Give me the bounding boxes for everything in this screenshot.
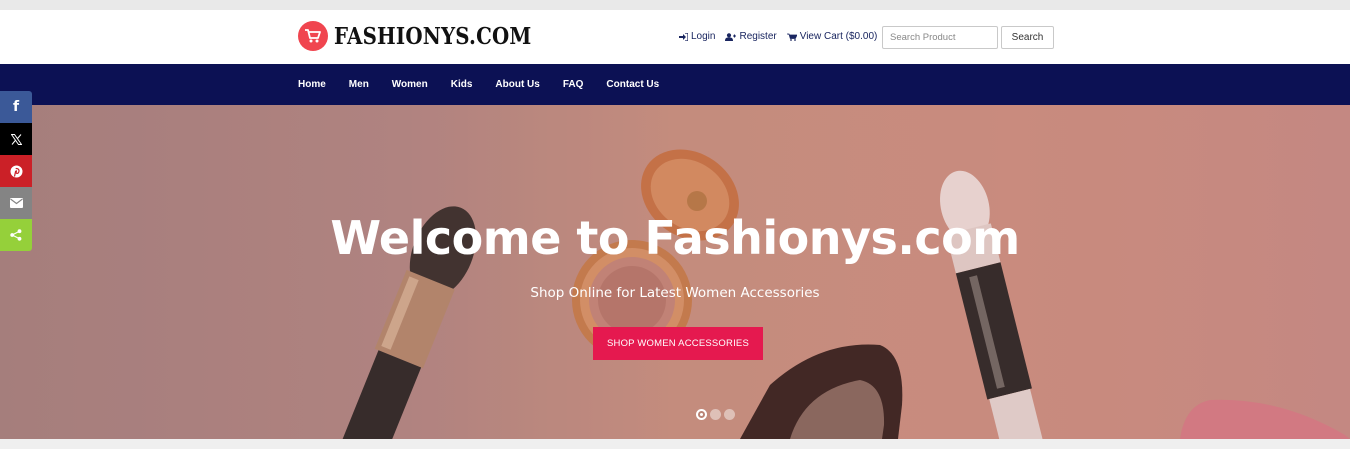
slide-indicator-1[interactable] — [696, 409, 707, 420]
facebook-share-button[interactable]: f — [0, 91, 32, 123]
email-share-button[interactable] — [0, 187, 32, 219]
account-links: Login Register View Cart ($0.00) — [679, 31, 877, 42]
share-icon — [10, 229, 22, 241]
x-twitter-icon — [10, 133, 22, 145]
site-logo[interactable]: FASHIONYS.COM — [298, 18, 564, 54]
x-share-button[interactable] — [0, 123, 32, 155]
hero-background-image — [0, 105, 1350, 439]
pinterest-share-button[interactable] — [0, 155, 32, 187]
view-cart-label: View Cart ($0.00) — [799, 31, 878, 42]
login-icon — [679, 32, 688, 41]
nav-item-home[interactable]: Home — [298, 79, 326, 90]
site-header: FASHIONYS.COM Login Register View Cart (… — [0, 10, 1350, 64]
nav-item-women[interactable]: Women — [392, 79, 428, 90]
slide-indicator-2[interactable] — [710, 409, 721, 420]
view-cart-link[interactable]: View Cart ($0.00) — [786, 31, 878, 42]
nav-item-contact-us[interactable]: Contact Us — [606, 79, 659, 90]
cart-logo-icon — [298, 21, 328, 51]
social-share-bar: f — [0, 91, 32, 251]
register-link[interactable]: Register — [725, 31, 777, 42]
main-nav: Home Men Women Kids About Us FAQ Contact… — [0, 64, 1350, 105]
shop-women-accessories-button[interactable]: SHOP WOMEN ACCESSORIES — [593, 327, 763, 360]
nav-item-men[interactable]: Men — [349, 79, 369, 90]
user-plus-icon — [725, 32, 737, 41]
cart-icon — [786, 33, 797, 41]
login-link[interactable]: Login — [679, 31, 715, 42]
search-input[interactable] — [882, 26, 998, 49]
email-icon — [9, 198, 23, 208]
slider-indicators — [696, 409, 735, 420]
login-label: Login — [691, 31, 716, 42]
pinterest-icon — [10, 165, 22, 177]
search-button[interactable]: Search — [1001, 26, 1054, 49]
slide-indicator-3[interactable] — [724, 409, 735, 420]
top-strip — [0, 0, 1350, 10]
nav-item-about-us[interactable]: About Us — [495, 79, 539, 90]
hero-subtitle: Shop Online for Latest Women Accessories — [530, 285, 820, 301]
hero-title: Welcome to Fashionys.com — [330, 211, 1020, 265]
page-content-strip — [0, 439, 1350, 449]
nav-item-kids[interactable]: Kids — [451, 79, 473, 90]
nav-item-faq[interactable]: FAQ — [563, 79, 584, 90]
logo-text: FASHIONYS.COM — [334, 22, 532, 50]
facebook-icon: f — [12, 99, 20, 115]
register-label: Register — [739, 31, 777, 42]
hero-slider: Welcome to Fashionys.com Shop Online for… — [0, 105, 1350, 439]
more-share-button[interactable] — [0, 219, 32, 251]
